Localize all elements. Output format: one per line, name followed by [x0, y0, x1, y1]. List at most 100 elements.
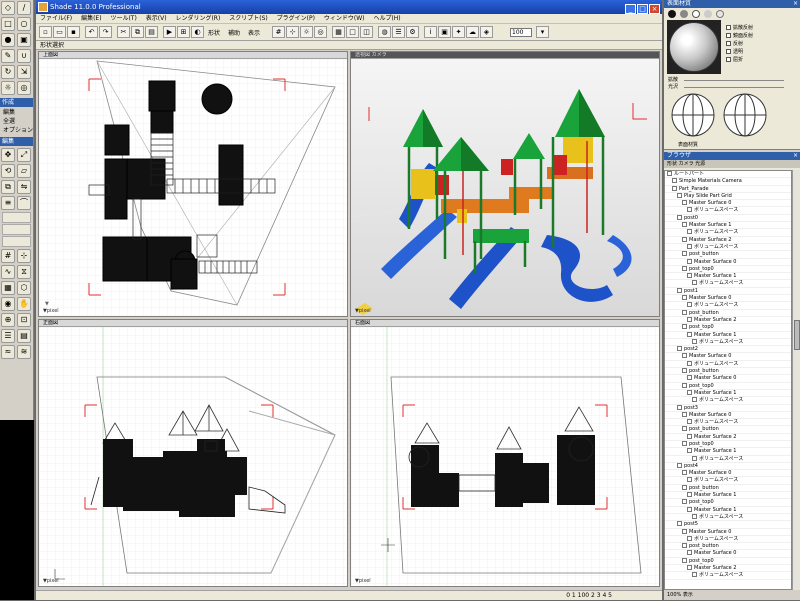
browser-tree-item[interactable]: Master Surface 0: [665, 411, 791, 420]
browser-tree-item[interactable]: Master Surface 1: [665, 331, 791, 339]
expand-toggle-icon[interactable]: [672, 185, 677, 191]
close-icon[interactable]: ×: [793, 0, 798, 8]
expand-toggle-icon[interactable]: [682, 411, 687, 417]
swatch-black-icon[interactable]: [668, 10, 676, 18]
scale-icon[interactable]: ⤢: [17, 148, 31, 162]
expand-toggle-icon[interactable]: [692, 397, 697, 403]
surface-icon[interactable]: ▦: [1, 281, 15, 295]
new-icon[interactable]: ▫: [39, 26, 52, 38]
expand-toggle-icon[interactable]: [687, 273, 692, 279]
expand-toggle-icon[interactable]: [687, 243, 692, 249]
expand-toggle-icon[interactable]: [687, 492, 692, 498]
browser-tree-item[interactable]: ボリュームスペース: [665, 535, 791, 544]
expand-toggle-icon[interactable]: [682, 470, 687, 476]
expand-toggle-icon[interactable]: [677, 346, 682, 352]
palette-option-row-3[interactable]: [2, 236, 31, 247]
camera-toggle-icon[interactable]: ◎: [314, 26, 327, 38]
expand-toggle-icon[interactable]: [687, 389, 692, 395]
expand-toggle-icon[interactable]: [687, 506, 692, 512]
rotate-icon[interactable]: ⟲: [1, 164, 15, 178]
browser-tree-item[interactable]: ボリュームスペース: [665, 477, 791, 485]
grid-icon[interactable]: #: [1, 249, 15, 263]
palette-label-select-all[interactable]: 全選: [0, 117, 33, 126]
browser-tree-item[interactable]: post_top0: [665, 265, 791, 274]
zoom-icon[interactable]: ⊕: [1, 313, 15, 327]
material-icon[interactable]: ◍: [378, 26, 391, 38]
expand-toggle-icon[interactable]: [687, 316, 692, 322]
expand-toggle-icon[interactable]: [682, 426, 687, 432]
expand-toggle-icon[interactable]: [677, 192, 682, 198]
expand-toggle-icon[interactable]: [677, 404, 682, 410]
material-footer-check[interactable]: 表面材質: [678, 141, 698, 148]
undo-icon[interactable]: ↶: [85, 26, 98, 38]
browser-tree-item[interactable]: Master Surface 0: [665, 258, 791, 266]
expand-toggle-icon[interactable]: [667, 171, 672, 176]
open-icon[interactable]: ▭: [53, 26, 66, 38]
expand-toggle-icon[interactable]: [672, 178, 677, 184]
close-button[interactable]: ×: [649, 4, 660, 14]
expand-toggle-icon[interactable]: [682, 368, 687, 374]
menu-plugin[interactable]: プラグイン(P): [277, 15, 315, 22]
minimize-button[interactable]: _: [625, 4, 636, 14]
curve-icon[interactable]: ∿: [1, 265, 15, 279]
view-top-header[interactable]: 上面図: [39, 52, 347, 59]
browser-tree-item[interactable]: Master Surface 2: [665, 236, 791, 244]
shear-icon[interactable]: ▱: [17, 164, 31, 178]
toolbar-label-shape[interactable]: 形状: [208, 28, 220, 37]
browser-tree-item[interactable]: post_button: [665, 251, 791, 259]
expand-toggle-icon[interactable]: [687, 207, 692, 213]
browser-icon[interactable]: ☰: [392, 26, 405, 38]
browser-tree-item[interactable]: post_button: [665, 368, 791, 376]
browser-tree-item[interactable]: Master Surface 0: [665, 528, 791, 536]
browser-tree-item[interactable]: ボリュームスペース: [665, 280, 791, 288]
browser-tree-item[interactable]: Simple Materials Camera: [665, 178, 791, 186]
browser-tree-item[interactable]: post3: [665, 404, 791, 412]
palette-label-edit[interactable]: 編集: [0, 108, 33, 117]
light-toggle-icon[interactable]: ☼: [300, 26, 313, 38]
light-direction-globe-icon[interactable]: [670, 92, 716, 138]
expand-toggle-icon[interactable]: [677, 462, 682, 468]
title-bar[interactable]: Shade 11.0.0 Professional _ □ ×: [36, 0, 662, 14]
view-front-header[interactable]: 正面図: [39, 320, 347, 327]
expand-toggle-icon[interactable]: [687, 360, 692, 366]
expand-toggle-icon[interactable]: [687, 302, 692, 308]
box-icon[interactable]: ▣: [17, 33, 31, 47]
expand-toggle-icon[interactable]: [687, 375, 692, 381]
slider-gloss[interactable]: [684, 87, 784, 91]
layer-icon[interactable]: ☰: [1, 329, 15, 343]
side-view-canvas[interactable]: [351, 327, 660, 587]
expand-toggle-icon[interactable]: [682, 353, 687, 359]
expand-toggle-icon[interactable]: [682, 251, 687, 257]
expand-toggle-icon[interactable]: [692, 338, 697, 344]
expand-toggle-icon[interactable]: [687, 550, 692, 556]
material-panel-title[interactable]: 表面材質 ×: [664, 0, 800, 8]
menu-script[interactable]: スクリプト(S): [229, 15, 268, 22]
scroll-thumb[interactable]: [794, 320, 800, 350]
swatch-white-icon[interactable]: [692, 10, 700, 18]
browser-tree-item[interactable]: post2: [665, 346, 791, 354]
prop-transparency[interactable]: 透明: [726, 48, 743, 55]
hand-icon[interactable]: ✋: [17, 297, 31, 311]
expand-toggle-icon[interactable]: [682, 543, 687, 549]
eye-icon[interactable]: ◉: [1, 297, 15, 311]
expand-toggle-icon[interactable]: [687, 229, 692, 235]
align-icon[interactable]: ≡: [1, 196, 15, 210]
sweep-icon[interactable]: ⇲: [17, 65, 31, 79]
move-icon[interactable]: ✥: [1, 148, 15, 162]
control-icon[interactable]: ⚙: [406, 26, 419, 38]
view-side-header[interactable]: 右面図: [351, 320, 659, 327]
scene-icon[interactable]: ◈: [480, 26, 493, 38]
browser-tree-item[interactable]: post_top0: [665, 499, 791, 507]
browser-tree-item[interactable]: Master Surface 2: [665, 433, 791, 441]
browser-tree-item[interactable]: ボリュームスペース: [665, 397, 791, 405]
snap-icon[interactable]: ⊹: [17, 249, 31, 263]
prop-diffuse[interactable]: 拡散反射: [726, 24, 753, 31]
palette-option-row-2[interactable]: [2, 224, 31, 235]
perspective-render[interactable]: [351, 59, 660, 317]
copy-icon[interactable]: ⧉: [1, 180, 15, 194]
menu-render[interactable]: レンダリング(R): [175, 15, 220, 22]
view-top[interactable]: 上面図 ▼ ▼pixel: [38, 51, 348, 317]
expand-toggle-icon[interactable]: [677, 287, 682, 293]
expand-toggle-icon[interactable]: [687, 331, 692, 337]
palette-group-create[interactable]: 作成: [0, 98, 33, 107]
